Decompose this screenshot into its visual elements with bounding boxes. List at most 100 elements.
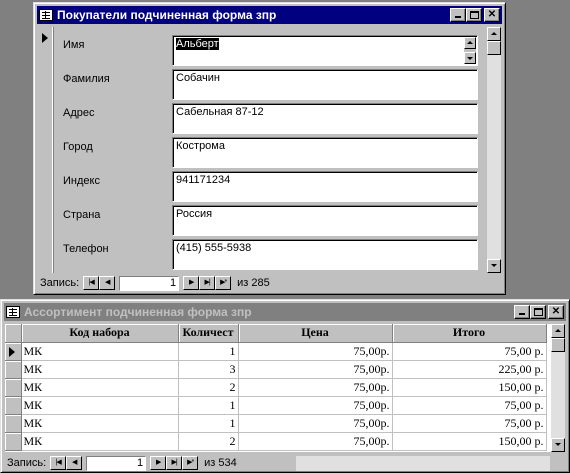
close-button[interactable]: ✕ bbox=[484, 8, 500, 22]
total-cell[interactable]: 75,00 р. bbox=[392, 396, 547, 415]
scroll-down-arrow-icon[interactable] bbox=[464, 52, 476, 64]
maximize-button[interactable] bbox=[466, 8, 482, 22]
address-field[interactable]: Сабельная 87-12 bbox=[172, 103, 478, 134]
minimize-button[interactable] bbox=[450, 8, 466, 22]
row-selector[interactable] bbox=[5, 342, 22, 361]
phone-label: Телефон bbox=[63, 243, 109, 255]
table-row[interactable]: МК 1 75,00р. 75,00 р. bbox=[5, 414, 547, 433]
kit-code-cell[interactable]: МК bbox=[21, 360, 179, 379]
quantity-cell[interactable]: 3 bbox=[178, 360, 239, 379]
total-cell[interactable]: 150,00 р. bbox=[392, 432, 547, 451]
new-record-button[interactable]: ▶* bbox=[182, 456, 199, 470]
record-count: из 285 bbox=[237, 277, 270, 289]
country-field[interactable]: Россия bbox=[172, 205, 478, 236]
new-record-button[interactable]: ▶* bbox=[215, 276, 232, 290]
quantity-cell[interactable]: 1 bbox=[178, 342, 239, 361]
scroll-up-arrow-icon[interactable] bbox=[487, 27, 501, 41]
city-field[interactable]: Кострома bbox=[172, 137, 478, 168]
phone-field[interactable]: (415) 555-5938 bbox=[172, 239, 478, 270]
form-icon[interactable] bbox=[6, 306, 20, 318]
kit-code-cell[interactable]: МК bbox=[21, 396, 179, 415]
address-label: Адрес bbox=[63, 107, 95, 119]
maximize-button[interactable] bbox=[530, 305, 546, 319]
scroll-down-arrow-icon[interactable] bbox=[551, 438, 565, 452]
city-label: Город bbox=[63, 141, 93, 153]
customers-subform-window: Покупатели подчиненная форма зпр ✕ Имя А… bbox=[33, 2, 506, 295]
last-name-label: Фамилия bbox=[63, 73, 110, 85]
record-selector[interactable] bbox=[38, 27, 54, 273]
first-name-label: Имя bbox=[63, 39, 85, 51]
table-row[interactable]: МК 1 75,00р. 75,00 р. bbox=[5, 396, 547, 415]
row-selector[interactable] bbox=[5, 432, 22, 451]
assortment-title-bar[interactable]: Ассортимент подчиненная форма зпр ✕ bbox=[4, 303, 566, 321]
price-cell[interactable]: 75,00р. bbox=[238, 432, 393, 451]
customers-title-bar[interactable]: Покупатели подчиненная форма зпр ✕ bbox=[37, 6, 502, 24]
postal-code-field[interactable]: 941171234 bbox=[172, 171, 478, 202]
price-cell[interactable]: 75,00р. bbox=[238, 360, 393, 379]
row-selector[interactable] bbox=[5, 396, 22, 415]
kit-code-cell[interactable]: МК bbox=[21, 432, 179, 451]
record-count: из 534 bbox=[204, 457, 237, 469]
first-record-button[interactable]: |◀ bbox=[50, 456, 67, 470]
price-cell[interactable]: 75,00р. bbox=[238, 414, 393, 433]
table-row[interactable]: МК 1 75,00р. 75,00 р. bbox=[5, 342, 547, 361]
first-name-scrollbar[interactable] bbox=[464, 37, 476, 64]
postal-code-label: Индекс bbox=[63, 175, 100, 187]
scroll-up-arrow-icon[interactable] bbox=[464, 37, 476, 49]
datasheet-vertical-scrollbar[interactable] bbox=[551, 324, 565, 452]
quantity-cell[interactable]: 2 bbox=[178, 378, 239, 397]
previous-record-button[interactable]: ◀ bbox=[66, 456, 83, 470]
scroll-thumb[interactable] bbox=[551, 338, 565, 352]
customers-form-area: Имя Альберт Фамилия Собачин Адрес Сабель… bbox=[38, 27, 486, 273]
quantity-cell[interactable]: 1 bbox=[178, 396, 239, 415]
row-selector[interactable] bbox=[5, 378, 22, 397]
record-navigation-bar: Запись: |◀ ◀ 1 ▶ ▶| ▶* из 534 bbox=[7, 455, 237, 471]
table-row[interactable]: МК 2 75,00р. 150,00 р. bbox=[5, 378, 547, 397]
header-row: Код набора Количест Цена Итого bbox=[5, 324, 547, 343]
total-cell[interactable]: 75,00 р. bbox=[392, 414, 547, 433]
assortment-subform-window: Ассортимент подчиненная форма зпр ✕ Код … bbox=[0, 299, 570, 473]
minimize-button[interactable] bbox=[514, 305, 530, 319]
scroll-up-arrow-icon[interactable] bbox=[551, 324, 565, 338]
total-cell[interactable]: 225,00 р. bbox=[392, 360, 547, 379]
kit-code-cell[interactable]: МК bbox=[21, 378, 179, 397]
row-selector[interactable] bbox=[5, 414, 22, 433]
quantity-cell[interactable]: 2 bbox=[178, 432, 239, 451]
total-cell[interactable]: 150,00 р. bbox=[392, 378, 547, 397]
scroll-down-arrow-icon[interactable] bbox=[487, 259, 501, 273]
next-record-button[interactable]: ▶ bbox=[183, 276, 200, 290]
price-cell[interactable]: 75,00р. bbox=[238, 396, 393, 415]
next-record-button[interactable]: ▶ bbox=[150, 456, 167, 470]
record-number-input[interactable]: 1 bbox=[86, 455, 147, 471]
form-icon[interactable] bbox=[39, 9, 53, 21]
last-record-button[interactable]: ▶| bbox=[166, 456, 183, 470]
first-name-field[interactable]: Альберт bbox=[172, 35, 478, 66]
column-header-total[interactable]: Итого bbox=[392, 324, 547, 343]
last-name-field[interactable]: Собачин bbox=[172, 69, 478, 100]
row-selector[interactable] bbox=[5, 360, 22, 379]
kit-code-cell[interactable]: МК bbox=[21, 414, 179, 433]
total-cell[interactable]: 75,00 р. bbox=[392, 342, 547, 361]
column-header-kit-code[interactable]: Код набора bbox=[21, 324, 179, 343]
previous-record-button[interactable]: ◀ bbox=[99, 276, 116, 290]
table-row[interactable]: МК 2 75,00р. 150,00 р. bbox=[5, 432, 547, 451]
price-cell[interactable]: 75,00р. bbox=[238, 378, 393, 397]
scroll-thumb[interactable] bbox=[487, 41, 501, 55]
column-header-price[interactable]: Цена bbox=[238, 324, 393, 343]
record-label: Запись: bbox=[7, 457, 47, 469]
price-cell[interactable]: 75,00р. bbox=[238, 342, 393, 361]
close-button[interactable]: ✕ bbox=[548, 305, 564, 319]
quantity-cell[interactable]: 1 bbox=[178, 414, 239, 433]
first-record-button[interactable]: |◀ bbox=[83, 276, 100, 290]
datasheet-horizontal-scrollbar[interactable] bbox=[296, 455, 550, 471]
record-number-input[interactable]: 1 bbox=[119, 275, 180, 291]
table-row[interactable]: МК 3 75,00р. 225,00 р. bbox=[5, 360, 547, 379]
form-vertical-scrollbar[interactable] bbox=[487, 27, 501, 273]
record-navigation-bar: Запись: |◀ ◀ 1 ▶ ▶| ▶* из 285 bbox=[40, 275, 270, 291]
record-label: Запись: bbox=[40, 277, 80, 289]
kit-code-cell[interactable]: МК bbox=[21, 342, 179, 361]
select-all-cell[interactable] bbox=[5, 324, 22, 343]
assortment-window-title: Ассортимент подчиненная форма зпр bbox=[24, 305, 252, 319]
last-record-button[interactable]: ▶| bbox=[199, 276, 216, 290]
column-header-quantity[interactable]: Количест bbox=[178, 324, 239, 343]
